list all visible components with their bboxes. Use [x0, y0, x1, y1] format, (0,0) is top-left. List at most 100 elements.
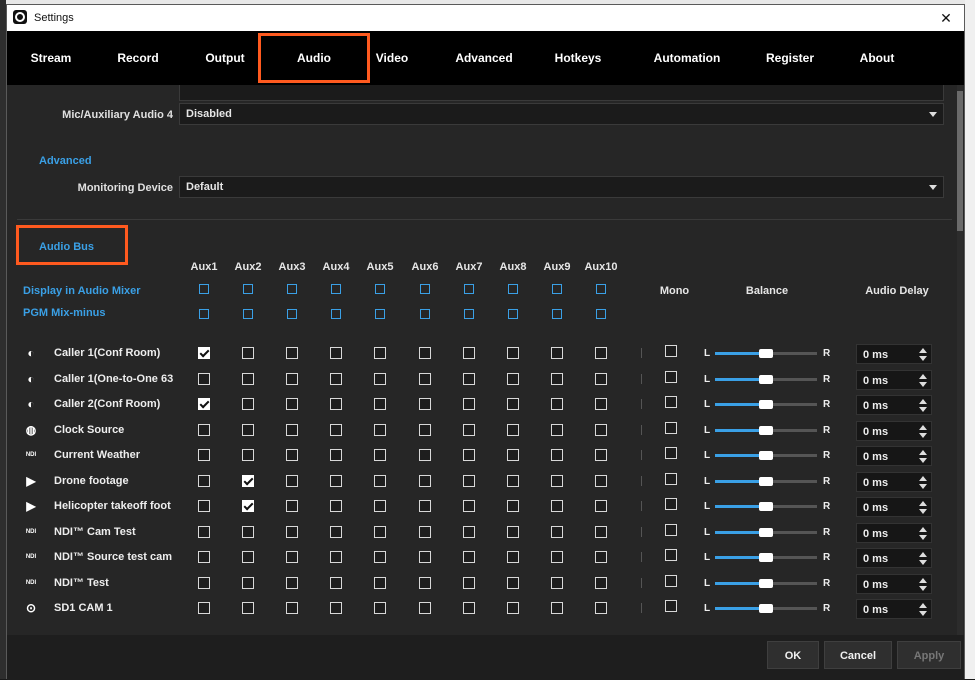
spin-up-icon[interactable]	[919, 527, 927, 532]
aux10-checkbox[interactable]	[595, 500, 607, 512]
tab-stream[interactable]: Stream	[21, 31, 81, 85]
tab-automation[interactable]: Automation	[640, 31, 734, 85]
aux4-checkbox[interactable]	[330, 424, 342, 436]
aux1-checkbox[interactable]	[198, 424, 210, 436]
aux2-checkbox[interactable]	[242, 577, 254, 589]
aux1-checkbox[interactable]	[198, 449, 210, 461]
aux8-checkbox[interactable]	[507, 577, 519, 589]
display-in-mixer-checkbox-aux3[interactable]	[287, 284, 297, 294]
aux6-checkbox[interactable]	[419, 424, 431, 436]
aux10-checkbox[interactable]	[595, 373, 607, 385]
aux9-checkbox[interactable]	[551, 424, 563, 436]
balance-slider[interactable]	[715, 502, 817, 511]
aux5-checkbox[interactable]	[374, 602, 386, 614]
balance-slider-handle[interactable]	[759, 477, 773, 486]
pgm-mix-minus-checkbox-aux10[interactable]	[596, 309, 606, 319]
mono-checkbox[interactable]	[665, 498, 677, 510]
pgm-mix-minus-checkbox-aux4[interactable]	[331, 309, 341, 319]
aux3-checkbox[interactable]	[286, 373, 298, 385]
audio-delay-spinbox[interactable]: 0 ms	[856, 395, 932, 415]
aux7-checkbox[interactable]	[463, 373, 475, 385]
tab-advanced[interactable]: Advanced	[444, 31, 524, 85]
aux10-checkbox[interactable]	[595, 398, 607, 410]
aux9-checkbox[interactable]	[551, 347, 563, 359]
spin-down-icon[interactable]	[919, 356, 927, 361]
spin-down-icon[interactable]	[919, 458, 927, 463]
aux2-checkbox[interactable]	[242, 424, 254, 436]
aux10-checkbox[interactable]	[595, 551, 607, 563]
spin-up-icon[interactable]	[919, 578, 927, 583]
aux3-checkbox[interactable]	[286, 347, 298, 359]
spin-up-icon[interactable]	[919, 399, 927, 404]
aux10-checkbox[interactable]	[595, 475, 607, 487]
aux2-checkbox[interactable]	[242, 500, 254, 512]
aux10-checkbox[interactable]	[595, 526, 607, 538]
balance-slider-handle[interactable]	[759, 553, 773, 562]
aux4-checkbox[interactable]	[330, 347, 342, 359]
tab-about[interactable]: About	[847, 31, 907, 85]
audio-delay-spinbox[interactable]: 0 ms	[856, 446, 932, 466]
aux2-checkbox[interactable]	[242, 602, 254, 614]
aux3-checkbox[interactable]	[286, 551, 298, 563]
aux8-checkbox[interactable]	[507, 398, 519, 410]
pgm-mix-minus-checkbox-aux2[interactable]	[243, 309, 253, 319]
spin-down-icon[interactable]	[919, 586, 927, 591]
balance-slider[interactable]	[715, 349, 817, 358]
display-in-mixer-checkbox-aux6[interactable]	[420, 284, 430, 294]
mono-checkbox[interactable]	[665, 473, 677, 485]
spin-down-icon[interactable]	[919, 433, 927, 438]
aux10-checkbox[interactable]	[595, 602, 607, 614]
mono-checkbox[interactable]	[665, 575, 677, 587]
balance-slider[interactable]	[715, 400, 817, 409]
aux4-checkbox[interactable]	[330, 398, 342, 410]
audio-delay-spinbox[interactable]: 0 ms	[856, 472, 932, 492]
tab-video[interactable]: Video	[363, 31, 421, 85]
aux9-checkbox[interactable]	[551, 475, 563, 487]
balance-slider[interactable]	[715, 604, 817, 613]
aux2-checkbox[interactable]	[242, 347, 254, 359]
spin-up-icon[interactable]	[919, 450, 927, 455]
aux7-checkbox[interactable]	[463, 475, 475, 487]
aux1-checkbox[interactable]	[198, 551, 210, 563]
balance-slider-handle[interactable]	[759, 604, 773, 613]
spin-up-icon[interactable]	[919, 374, 927, 379]
audio-delay-spinbox[interactable]: 0 ms	[856, 574, 932, 594]
aux5-checkbox[interactable]	[374, 500, 386, 512]
aux5-checkbox[interactable]	[374, 577, 386, 589]
pgm-mix-minus-checkbox-aux5[interactable]	[375, 309, 385, 319]
previous-dropdown-partial[interactable]	[179, 85, 944, 101]
spin-down-icon[interactable]	[919, 611, 927, 616]
aux9-checkbox[interactable]	[551, 500, 563, 512]
mono-checkbox[interactable]	[665, 345, 677, 357]
mono-checkbox[interactable]	[665, 600, 677, 612]
aux1-checkbox[interactable]	[198, 398, 210, 410]
aux9-checkbox[interactable]	[551, 449, 563, 461]
aux2-checkbox[interactable]	[242, 373, 254, 385]
pgm-mix-minus-checkbox-aux6[interactable]	[420, 309, 430, 319]
pgm-mix-minus-checkbox-aux8[interactable]	[508, 309, 518, 319]
pgm-mix-minus-checkbox-aux1[interactable]	[199, 309, 209, 319]
aux3-checkbox[interactable]	[286, 500, 298, 512]
pgm-mix-minus-checkbox-aux7[interactable]	[464, 309, 474, 319]
aux2-checkbox[interactable]	[242, 475, 254, 487]
vertical-scrollbar[interactable]	[957, 85, 963, 635]
aux1-checkbox[interactable]	[198, 500, 210, 512]
aux10-checkbox[interactable]	[595, 424, 607, 436]
aux5-checkbox[interactable]	[374, 449, 386, 461]
display-in-mixer-checkbox-aux1[interactable]	[199, 284, 209, 294]
display-in-mixer-checkbox-aux8[interactable]	[508, 284, 518, 294]
balance-slider[interactable]	[715, 579, 817, 588]
spin-down-icon[interactable]	[919, 382, 927, 387]
tab-register[interactable]: Register	[759, 31, 821, 85]
aux5-checkbox[interactable]	[374, 373, 386, 385]
spin-up-icon[interactable]	[919, 501, 927, 506]
aux2-checkbox[interactable]	[242, 526, 254, 538]
aux6-checkbox[interactable]	[419, 526, 431, 538]
spin-down-icon[interactable]	[919, 560, 927, 565]
aux5-checkbox[interactable]	[374, 347, 386, 359]
spin-down-icon[interactable]	[919, 407, 927, 412]
aux7-checkbox[interactable]	[463, 449, 475, 461]
spin-up-icon[interactable]	[919, 348, 927, 353]
mono-checkbox[interactable]	[665, 396, 677, 408]
display-in-mixer-checkbox-aux2[interactable]	[243, 284, 253, 294]
